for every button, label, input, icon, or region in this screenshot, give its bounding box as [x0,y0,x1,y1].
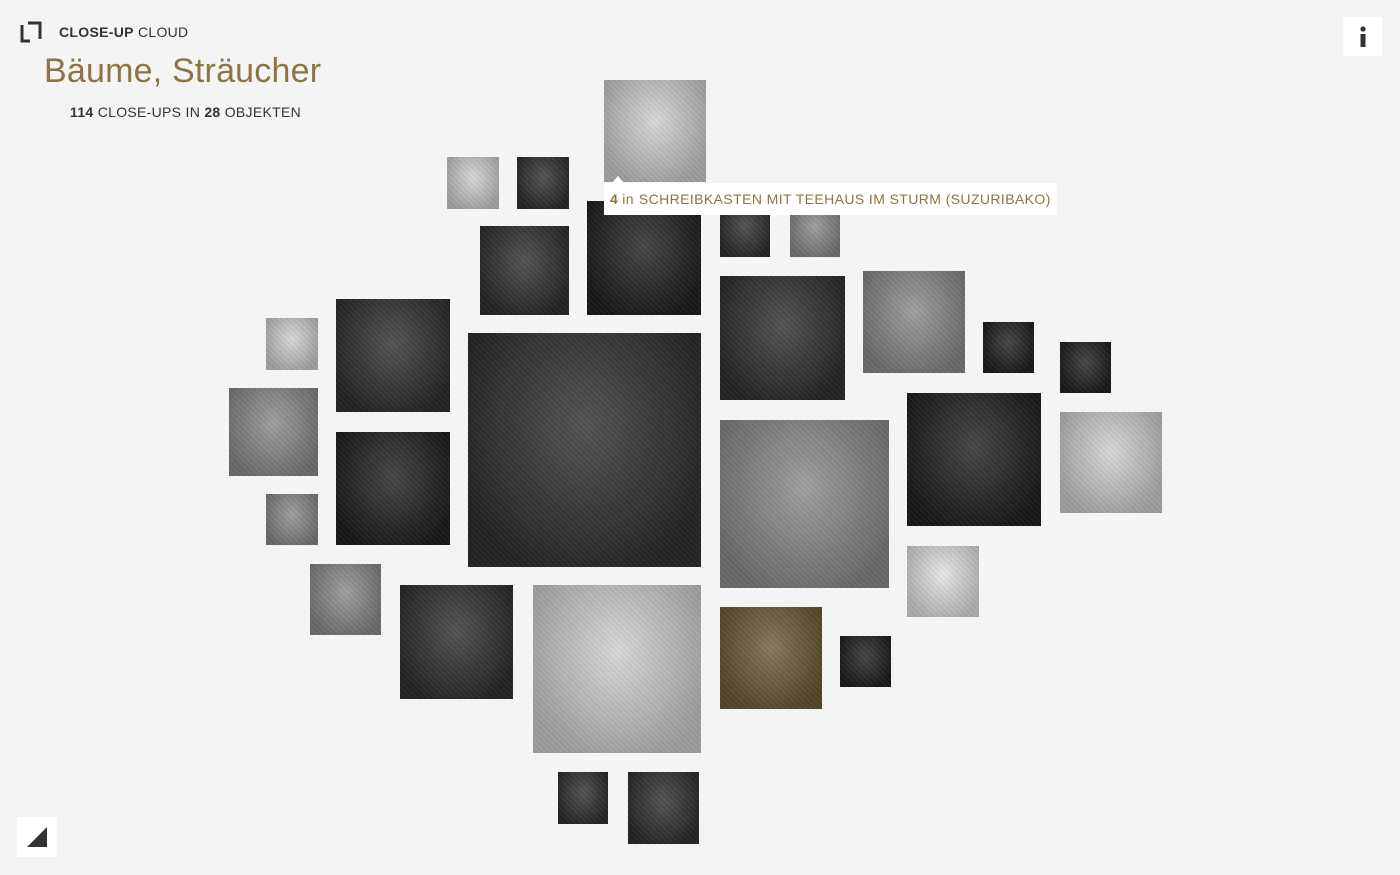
closeup-tile[interactable] [907,393,1041,526]
closeup-tile[interactable] [266,318,318,370]
closeup-tile[interactable] [480,226,569,315]
closeups-count: 114 [70,104,94,120]
closeup-tile[interactable] [400,585,513,699]
closeup-tile[interactable] [336,432,450,545]
closeup-tile[interactable] [266,494,318,545]
closeup-stats: 114 CLOSE-UPS IN 28 OBJEKTEN [70,104,301,120]
objects-label: OBJEKTEN [224,104,302,120]
closeup-tile[interactable] [604,80,706,182]
closeup-tile[interactable] [517,157,569,209]
app-title: CLOSE-UP CLOUD [59,24,188,40]
tooltip-object-name: SCHREIBKASTEN MIT TEEHAUS IM STURM (SUZU… [638,191,1051,207]
app-title-rest: CLOUD [137,24,189,40]
corner-triangle-icon [27,827,47,847]
closeup-tile[interactable] [336,299,450,412]
closeup-tooltip: 4 in SCHREIBKASTEN MIT TEEHAUS IM STURM … [604,176,1057,215]
app-title-bold: CLOSE-UP [59,24,134,40]
closeup-tile[interactable] [983,322,1034,373]
closeup-tile[interactable] [310,564,381,635]
closeup-tile[interactable] [1060,342,1111,393]
closeup-tile[interactable] [907,546,979,617]
closeup-tile[interactable] [863,271,965,373]
closeup-tile[interactable] [628,772,699,844]
logo-icon[interactable] [20,21,42,43]
closeup-tile[interactable] [587,201,701,315]
closeup-tile[interactable] [229,388,318,476]
tooltip-count: 4 [610,191,619,207]
closeup-tile[interactable] [468,333,701,567]
closeup-tile[interactable] [447,157,499,209]
closeup-tile[interactable] [533,585,701,753]
collapse-button[interactable] [17,817,57,857]
tooltip-in: in [622,191,634,207]
info-button[interactable] [1343,17,1382,56]
closeup-tile[interactable] [840,636,891,687]
page-title: Bäume, Sträucher [44,52,322,90]
closeup-tile[interactable] [720,607,822,709]
app-header: CLOSE-UP CLOUD [20,21,188,43]
info-icon [1359,25,1366,47]
closeup-tile[interactable] [558,772,608,824]
objects-count: 28 [204,104,221,120]
closeups-label: CLOSE-UPS IN [97,104,201,120]
closeup-tile[interactable] [720,276,845,400]
closeup-tile[interactable] [1060,412,1162,513]
closeup-tile[interactable] [720,420,889,588]
